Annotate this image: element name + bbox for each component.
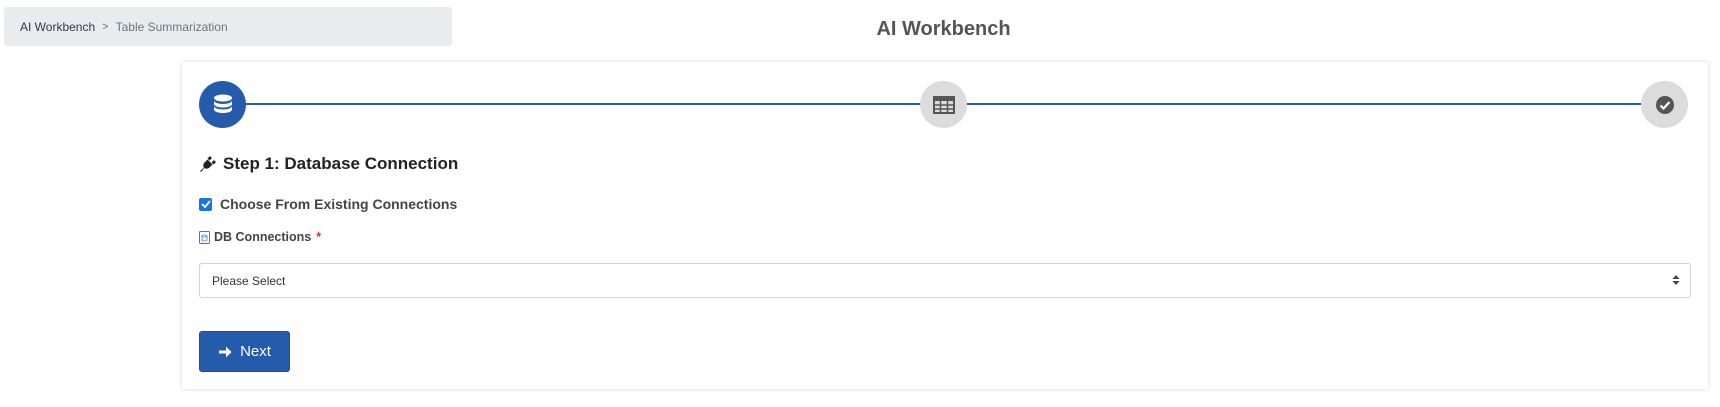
arrow-right-icon: [219, 346, 232, 357]
required-marker: *: [316, 230, 322, 244]
db-connections-select[interactable]: Please Select: [199, 263, 1691, 298]
database-doc-icon: [199, 230, 210, 244]
existing-connections-option: Choose From Existing Connections: [199, 196, 457, 212]
table-icon: [932, 95, 955, 114]
db-connections-label-text: DB Connections: [214, 230, 312, 244]
step-heading-text: Step 1: Database Connection: [223, 154, 459, 173]
next-button[interactable]: Next: [199, 331, 290, 372]
page-title: AI Workbench: [876, 18, 1011, 40]
step-complete[interactable]: [1641, 81, 1688, 128]
database-icon: [213, 94, 232, 113]
db-connections-label: DB Connections *: [199, 230, 321, 244]
db-connections-select-value: Please Select: [212, 273, 286, 288]
check-circle-icon: [1655, 95, 1674, 114]
wizard-card: Step 1: Database Connection Choose From …: [182, 62, 1708, 389]
plug-icon: [200, 156, 216, 172]
step-database[interactable]: [199, 81, 246, 128]
sort-caret-icon: [1672, 275, 1680, 285]
step-heading: Step 1: Database Connection: [199, 154, 458, 174]
checkmark-icon: [200, 200, 211, 208]
existing-connections-checkbox[interactable]: [199, 197, 212, 211]
step-table[interactable]: [920, 81, 967, 128]
existing-connections-label[interactable]: Choose From Existing Connections: [220, 196, 457, 212]
next-button-label: Next: [240, 343, 271, 360]
